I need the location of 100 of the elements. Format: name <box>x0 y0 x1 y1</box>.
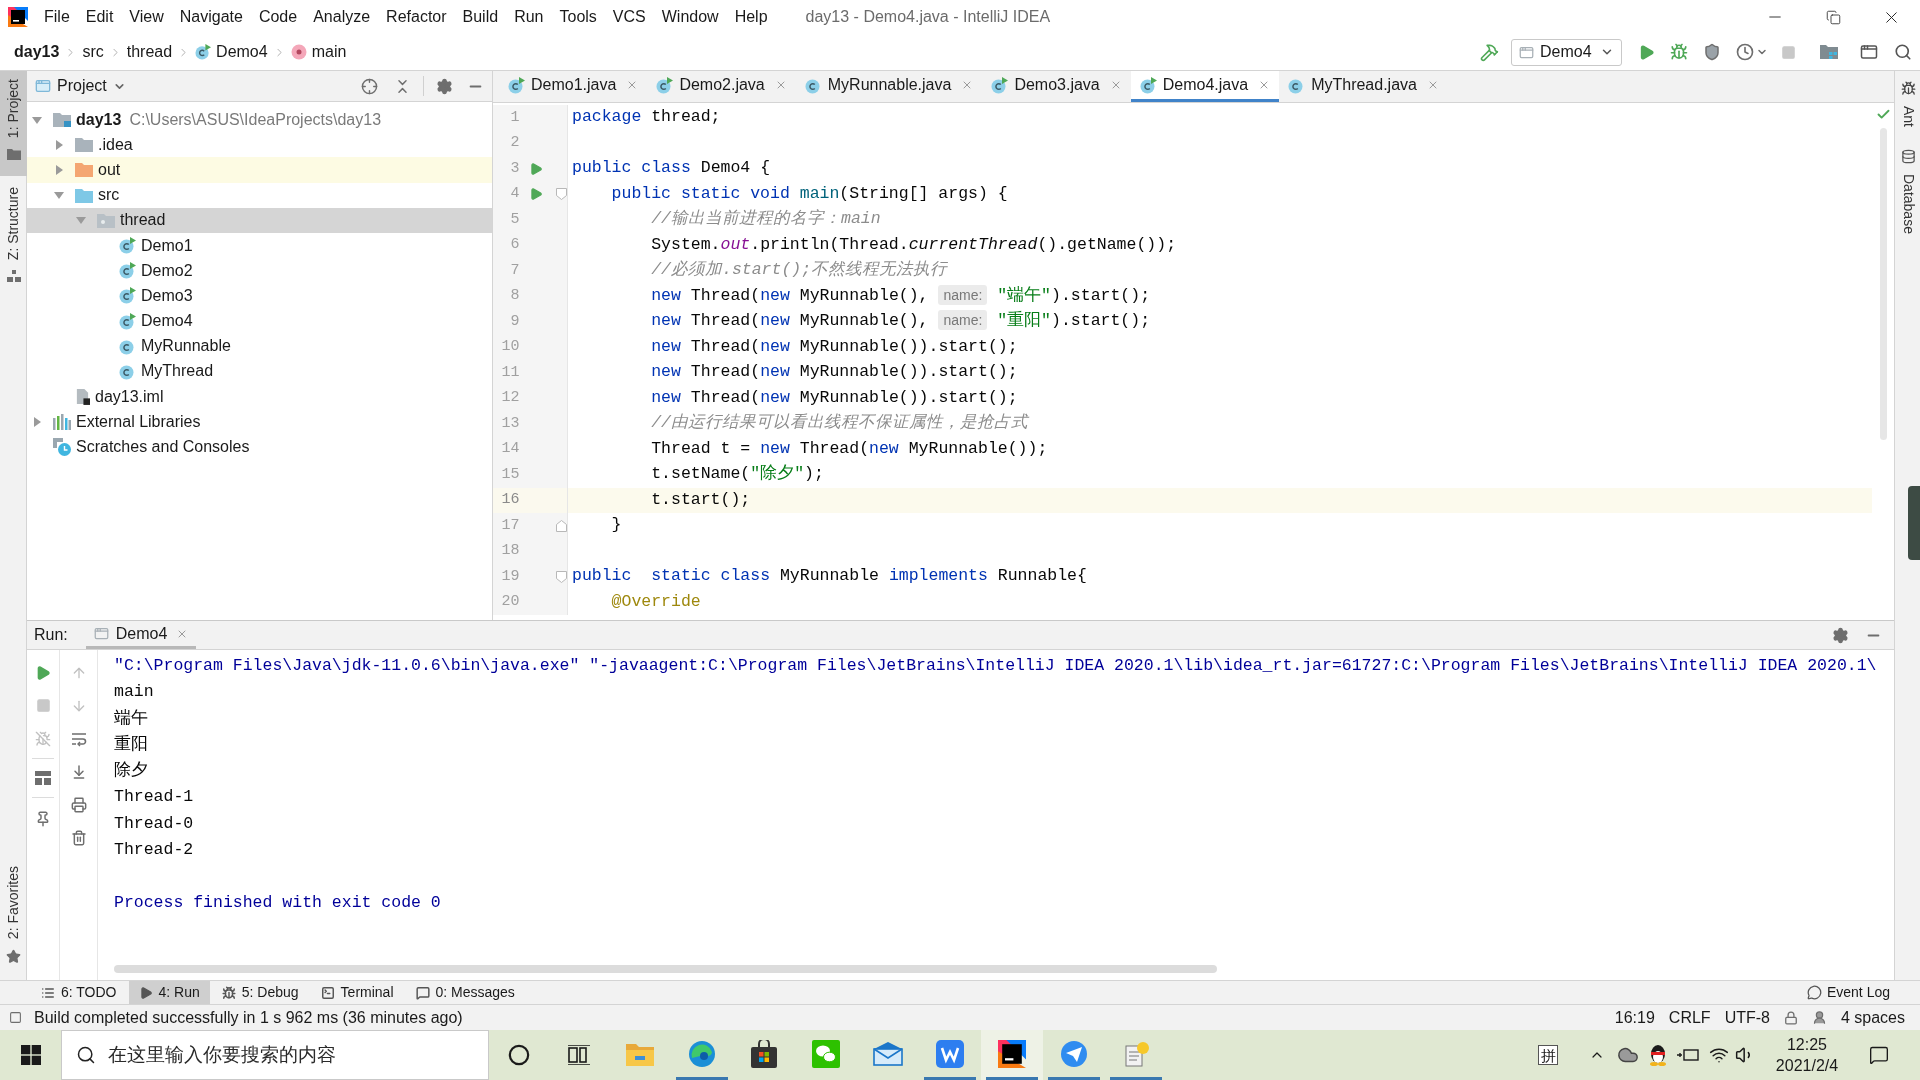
run-icon[interactable] <box>529 161 544 176</box>
menu-item[interactable]: VCS <box>604 3 654 31</box>
menu-item[interactable]: Run <box>506 3 552 31</box>
lock-icon[interactable] <box>1783 1010 1798 1025</box>
tree-item[interactable]: MyThread <box>27 358 492 385</box>
indent-setting[interactable]: 4 spaces <box>1840 1005 1905 1030</box>
menu-item[interactable]: Analyze <box>305 3 379 31</box>
tree-item[interactable]: External Libraries <box>27 409 492 435</box>
menu-item[interactable]: Build <box>454 3 507 31</box>
editor-tab[interactable]: Demo1.java <box>499 71 648 102</box>
file-encoding[interactable]: UTF-8 <box>1724 1005 1770 1030</box>
editor-tab[interactable]: Demo3.java <box>982 71 1131 102</box>
hammer-icon[interactable] <box>1480 42 1499 62</box>
editor-tab[interactable]: Demo2.java <box>647 71 796 102</box>
menu-item[interactable]: Help <box>726 3 776 31</box>
breadcrumb-item[interactable]: src <box>82 40 104 64</box>
caret-position[interactable]: 16:19 <box>1614 1005 1655 1030</box>
taskbar-clock[interactable]: 12:25 2021/2/4 <box>1767 1034 1847 1076</box>
tree-item[interactable]: .idea <box>27 132 492 158</box>
tree-item[interactable]: src <box>27 182 492 208</box>
clock-icon[interactable] <box>1736 43 1754 61</box>
tool-window-button[interactable]: Ant <box>1895 73 1920 135</box>
console-line: 重阳 <box>114 733 148 756</box>
settings-icon[interactable] <box>436 77 453 95</box>
menu-item[interactable]: Refactor <box>378 3 455 31</box>
tree-item[interactable]: Scratches and Consoles <box>27 434 492 460</box>
breadcrumb-item[interactable]: Demo4 <box>195 40 268 64</box>
fold-marker-icon[interactable] <box>555 570 567 583</box>
folder-icon <box>75 162 93 178</box>
event-log-button[interactable]: Event Log <box>1806 981 1890 1004</box>
menu-item[interactable]: Window <box>653 3 727 31</box>
settings-icon[interactable] <box>1832 626 1849 644</box>
pin-icon[interactable] <box>35 811 51 827</box>
caret-right-icon[interactable] <box>53 163 65 176</box>
caret-right-icon[interactable] <box>31 415 43 428</box>
caret-right-icon[interactable] <box>53 138 65 151</box>
search-icon[interactable] <box>1894 43 1912 61</box>
breadcrumb-item[interactable]: thread <box>126 40 173 64</box>
printer-icon[interactable] <box>70 797 87 813</box>
restore-icon[interactable] <box>1825 9 1841 25</box>
search-box[interactable]: 在这里输入你要搜索的内容 <box>61 1030 489 1080</box>
menu-item[interactable]: View <box>121 3 172 31</box>
editor-tab[interactable]: Demo4.java <box>1130 71 1280 102</box>
run-icon[interactable] <box>1638 43 1655 61</box>
menu-item[interactable]: Edit <box>77 3 122 31</box>
trash-icon[interactable] <box>70 830 87 846</box>
breadcrumb-item[interactable]: day13 <box>14 40 60 64</box>
tool-window-button[interactable]: 6: TODO <box>31 981 127 1004</box>
tool-window-button[interactable]: Database <box>1895 141 1920 242</box>
fold-marker-icon[interactable] <box>555 188 567 201</box>
window-icon[interactable] <box>1860 43 1878 61</box>
run-configuration-dropdown[interactable]: Demo4 <box>1511 38 1622 66</box>
penguin-icon[interactable] <box>1649 1044 1667 1066</box>
folder-grid-icon[interactable] <box>1820 44 1838 60</box>
tree-item[interactable]: day13.iml <box>27 384 492 410</box>
menu-item[interactable]: Navigate <box>171 3 251 31</box>
windows-logo-icon[interactable] <box>20 1045 41 1065</box>
tree-item[interactable]: Demo2 <box>27 258 492 284</box>
tool-window-button[interactable]: 4: Run <box>128 981 210 1004</box>
tree-item[interactable]: MyRunnable <box>27 333 492 359</box>
editor-tab[interactable]: MyRunnable.java <box>795 71 983 102</box>
fold-marker-icon[interactable] <box>555 519 567 532</box>
tool-window-button[interactable]: 5: Debug <box>211 981 309 1004</box>
layout-icon[interactable] <box>35 771 51 785</box>
tree-item[interactable]: Demo1 <box>27 232 492 259</box>
task-view-icon[interactable] <box>568 1045 590 1065</box>
circle-icon[interactable] <box>508 1044 530 1066</box>
notification-icon[interactable] <box>1869 1045 1889 1065</box>
shield-icon[interactable] <box>1703 43 1721 61</box>
tree-item[interactable]: Demo3 <box>27 283 492 309</box>
tree-item[interactable]: Demo4 <box>27 308 492 334</box>
tree-item[interactable]: day13 C:\Users\ASUS\IdeaProjects\day13 <box>27 107 492 133</box>
message-icon <box>415 985 430 1000</box>
run-icon[interactable] <box>529 187 544 202</box>
editor-tab[interactable]: MyThread.java <box>1279 71 1448 102</box>
tree-item[interactable]: thread <box>27 207 492 233</box>
battery-plug-icon[interactable] <box>1677 1048 1699 1062</box>
tool-window-button[interactable]: 0: Messages <box>405 981 525 1004</box>
search-input[interactable]: 在这里输入你要搜索的内容 <box>108 1035 484 1075</box>
project-view-dropdown[interactable]: Project <box>57 74 126 98</box>
menu-item[interactable]: Tools <box>551 3 605 31</box>
tool-window-button[interactable]: Terminal <box>310 981 404 1004</box>
tool-window-button[interactable]: 2: Favorites <box>0 857 27 980</box>
tool-window-button[interactable]: 1: Project <box>0 71 27 177</box>
square-icon[interactable] <box>9 1011 22 1024</box>
person-icon[interactable] <box>1811 1010 1827 1025</box>
debug-icon[interactable] <box>1670 43 1688 61</box>
menu-item[interactable]: File <box>36 3 78 31</box>
wifi-icon[interactable] <box>1709 1045 1729 1065</box>
taskbar-app-button[interactable] <box>981 1030 1043 1080</box>
run-icon[interactable] <box>35 665 51 681</box>
soft-wrap-icon[interactable] <box>70 731 87 747</box>
tree-item[interactable]: out <box>27 157 492 183</box>
vertical-bars-icon <box>53 413 71 430</box>
breadcrumb-item[interactable]: main <box>290 40 347 64</box>
crosshair-icon[interactable] <box>361 77 378 95</box>
menu-item[interactable]: Code <box>250 3 306 31</box>
tool-window-button[interactable]: Z: Structure <box>0 179 27 299</box>
line-separator[interactable]: CRLF <box>1668 1005 1711 1030</box>
input-method-indicator[interactable]: 拼 <box>1538 1045 1558 1065</box>
